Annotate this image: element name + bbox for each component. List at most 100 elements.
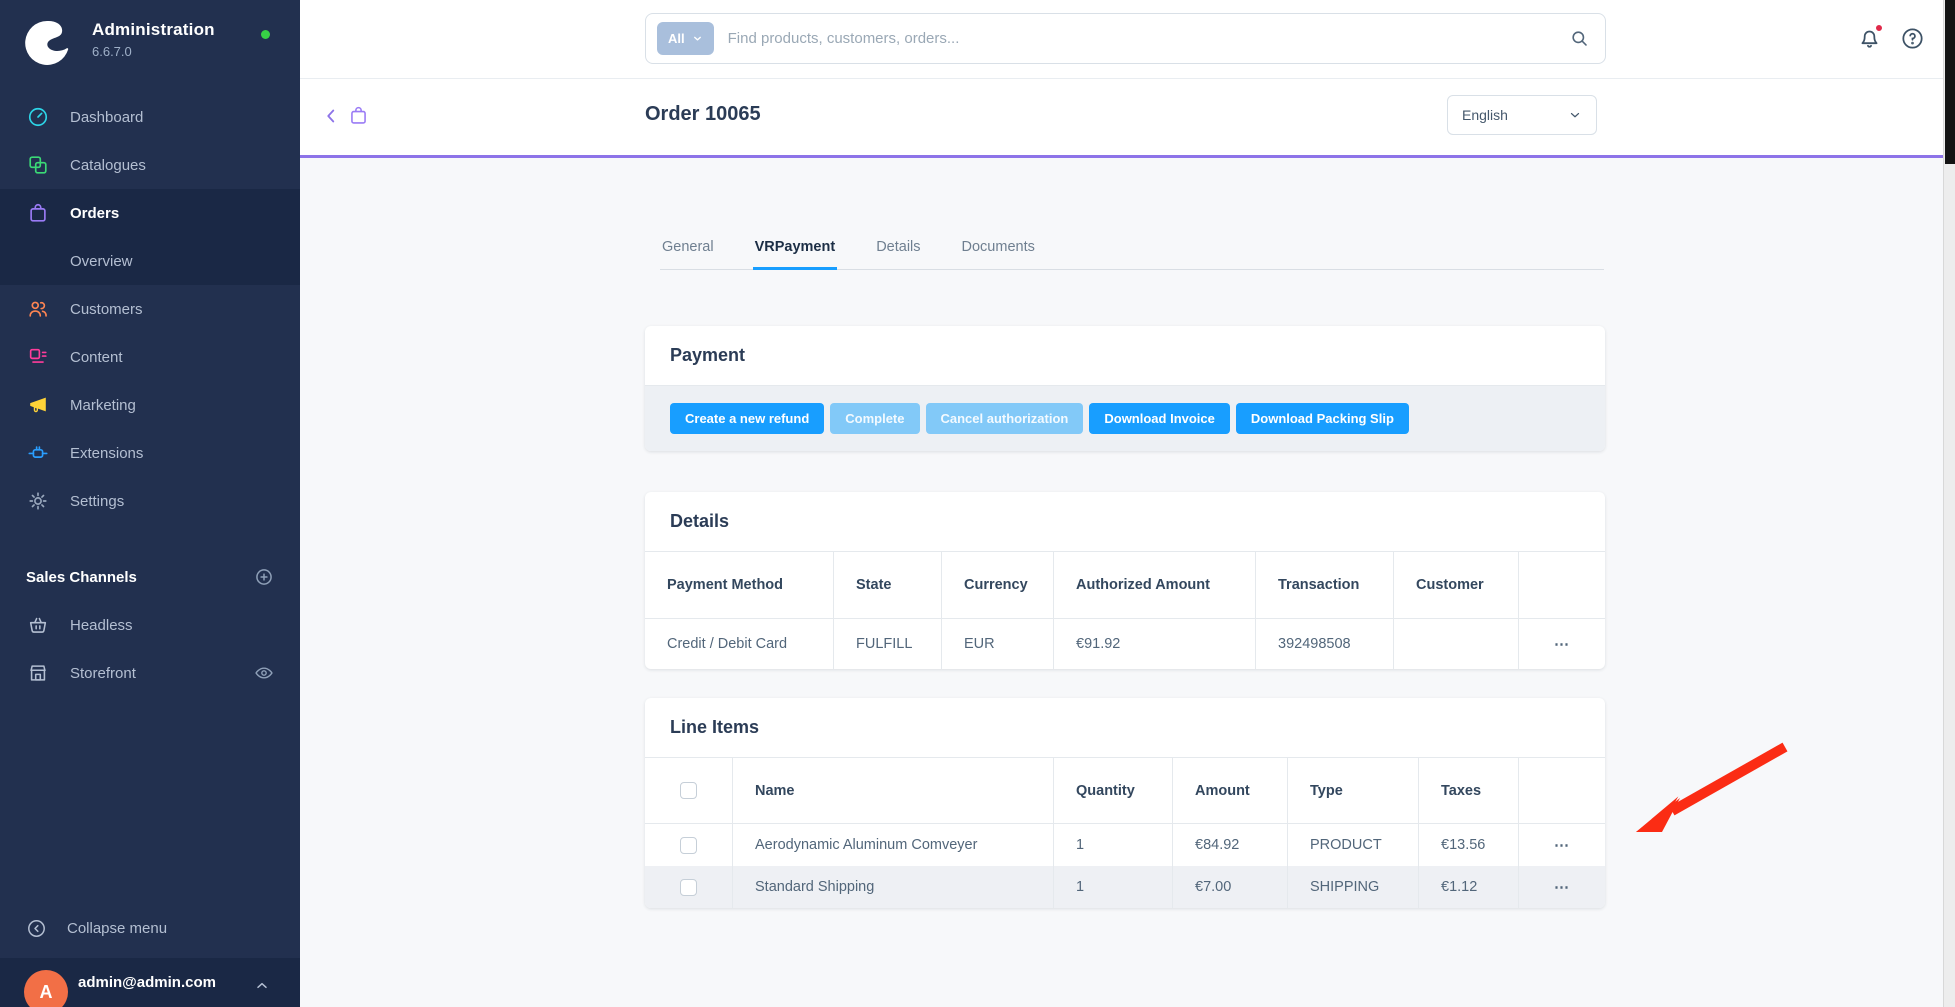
- complete-button[interactable]: Complete: [830, 403, 919, 434]
- tab-documents[interactable]: Documents: [960, 239, 1037, 269]
- sidebar: Administration 6.6.7.0 Dashboard Catalog…: [0, 0, 300, 1007]
- line-items-card: Line Items Name Quantity Amount Type Tax…: [645, 698, 1605, 908]
- sales-channels-header: Sales Channels: [0, 553, 300, 601]
- cell-taxes: €1.12: [1418, 866, 1518, 908]
- extensions-icon: [26, 442, 50, 464]
- page-title: Order 10065: [645, 103, 761, 126]
- topbar-icons: [1857, 26, 1925, 51]
- help-button[interactable]: [1900, 26, 1925, 51]
- column-header-currency: Currency: [941, 551, 1053, 619]
- collapse-chevron-icon: [26, 918, 47, 939]
- payment-actions: Create a new refund Complete Cancel auth…: [645, 385, 1605, 451]
- basket-icon: [26, 614, 50, 636]
- row-checkbox[interactable]: [680, 879, 697, 896]
- question-circle-icon: [1900, 26, 1925, 51]
- cancel-authorization-button[interactable]: Cancel authorization: [926, 403, 1084, 434]
- marketing-icon: [26, 394, 50, 416]
- cell-taxes: €13.56: [1418, 824, 1518, 866]
- download-invoice-button[interactable]: Download Invoice: [1089, 403, 1230, 434]
- create-refund-button[interactable]: Create a new refund: [670, 403, 824, 434]
- download-packing-slip-button[interactable]: Download Packing Slip: [1236, 403, 1409, 434]
- search-icon[interactable]: [1570, 29, 1589, 48]
- sidebar-item-settings[interactable]: Settings: [0, 477, 300, 525]
- collapse-menu-button[interactable]: Collapse menu: [0, 904, 300, 952]
- details-table-row: Credit / Debit Card FULFILL EUR €91.92 3…: [645, 619, 1605, 669]
- search-input[interactable]: [728, 30, 1570, 47]
- tab-general[interactable]: General: [660, 239, 716, 269]
- select-all-checkbox[interactable]: [680, 782, 697, 799]
- cell-quantity: 1: [1053, 824, 1172, 866]
- cell-amount: €7.00: [1172, 866, 1287, 908]
- back-button[interactable]: [320, 105, 342, 127]
- context-menu-button[interactable]: ⋯: [1554, 635, 1570, 653]
- cell-quantity: 1: [1053, 866, 1172, 908]
- sidebar-item-label: Marketing: [70, 397, 136, 414]
- column-header-actions: [1518, 551, 1605, 619]
- eye-icon[interactable]: [254, 663, 274, 683]
- add-sales-channel-icon[interactable]: [254, 567, 274, 587]
- sidebar-item-label: Dashboard: [70, 109, 143, 126]
- catalogues-icon: [26, 154, 50, 176]
- sidebar-item-overview[interactable]: Overview: [0, 237, 300, 285]
- sidebar-item-content[interactable]: Content: [0, 333, 300, 381]
- column-header-customer: Customer: [1393, 551, 1518, 619]
- sidebar-item-catalogues[interactable]: Catalogues: [0, 141, 300, 189]
- column-header-amount: Amount: [1172, 757, 1287, 824]
- column-header-payment-method: Payment Method: [645, 551, 833, 619]
- sidebar-item-label: Catalogues: [70, 157, 146, 174]
- column-header-taxes: Taxes: [1418, 757, 1518, 824]
- tab-vrpayment[interactable]: VRPayment: [753, 239, 838, 270]
- notification-badge: [1874, 23, 1884, 33]
- context-menu-button[interactable]: ⋯: [1554, 878, 1570, 896]
- details-card-title: Details: [645, 492, 1605, 551]
- customers-icon: [26, 298, 50, 320]
- sidebar-item-label: Headless: [70, 617, 133, 634]
- top-bar: All: [300, 0, 1943, 79]
- sidebar-item-label: Orders: [70, 205, 119, 222]
- row-checkbox[interactable]: [680, 837, 697, 854]
- order-tabs: General VRPayment Details Documents: [660, 239, 1604, 270]
- sidebar-item-customers[interactable]: Customers: [0, 285, 300, 333]
- global-search[interactable]: All: [645, 13, 1606, 64]
- language-select[interactable]: English: [1447, 95, 1597, 135]
- cell-taxes: SHIPPING: [1287, 866, 1418, 908]
- user-menu[interactable]: A admin@admin.com: [0, 958, 300, 1007]
- cell-name: Standard Shipping: [732, 866, 1053, 908]
- sidebar-header: Administration 6.6.7.0: [0, 0, 300, 66]
- column-header-authorized-amount: Authorized Amount: [1053, 551, 1255, 619]
- content-icon: [26, 346, 50, 368]
- column-header-name: Name: [732, 757, 1053, 824]
- sidebar-item-headless[interactable]: Headless: [0, 601, 300, 649]
- payment-card: Payment Create a new refund Complete Can…: [645, 326, 1605, 451]
- cell-currency: EUR: [941, 619, 1053, 669]
- column-header-quantity: Quantity: [1053, 757, 1172, 824]
- line-items-table-header: Name Quantity Amount Type Taxes: [645, 757, 1605, 824]
- scrollbar[interactable]: [1943, 0, 1955, 1007]
- tab-details[interactable]: Details: [874, 239, 922, 269]
- orders-icon: [26, 202, 50, 224]
- collapse-menu-label: Collapse menu: [67, 920, 167, 937]
- order-module-icon: [348, 105, 369, 126]
- sidebar-item-extensions[interactable]: Extensions: [0, 429, 300, 477]
- sidebar-item-storefront[interactable]: Storefront: [0, 649, 300, 697]
- gear-icon: [26, 490, 50, 512]
- sidebar-item-label: Customers: [70, 301, 143, 318]
- sidebar-item-label: Content: [70, 349, 123, 366]
- column-header-type: Type: [1287, 757, 1418, 824]
- search-scope-dropdown[interactable]: All: [657, 22, 714, 55]
- app-title-block: Administration 6.6.7.0: [92, 20, 215, 59]
- sales-channels-heading: Sales Channels: [26, 569, 137, 586]
- sidebar-item-marketing[interactable]: Marketing: [0, 381, 300, 429]
- table-row: Standard Shipping 1 €7.00 SHIPPING €1.12…: [645, 866, 1605, 908]
- cell-payment-method: Credit / Debit Card: [645, 619, 833, 669]
- cell-customer: [1393, 619, 1518, 669]
- sidebar-active-section: Orders Overview: [0, 189, 300, 285]
- sidebar-item-dashboard[interactable]: Dashboard: [0, 93, 300, 141]
- sidebar-item-orders[interactable]: Orders: [0, 189, 300, 237]
- notifications-button[interactable]: [1857, 26, 1882, 51]
- context-menu-button[interactable]: ⋯: [1554, 836, 1570, 854]
- user-email: admin@admin.com: [78, 974, 216, 991]
- line-items-card-title: Line Items: [645, 698, 1605, 757]
- table-row: Aerodynamic Aluminum Comveyer 1 €84.92 P…: [645, 824, 1605, 866]
- scrollbar-thumb[interactable]: [1945, 0, 1955, 164]
